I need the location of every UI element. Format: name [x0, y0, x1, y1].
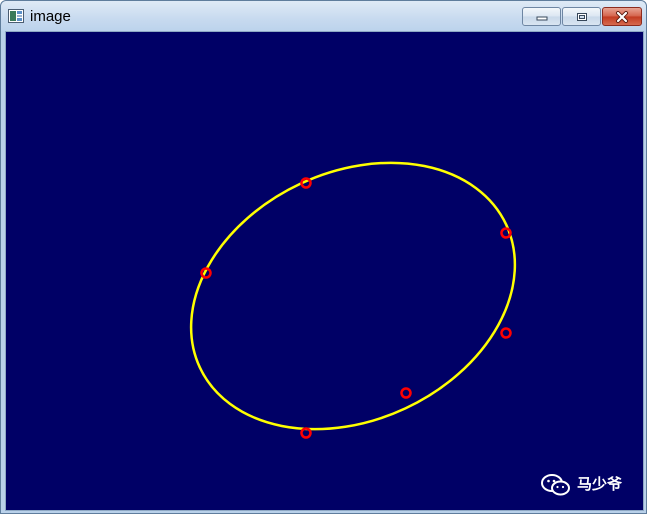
point-marker [500, 327, 512, 339]
app-window-icon [8, 9, 24, 23]
maximize-button[interactable] [562, 7, 601, 26]
window-title: image [30, 8, 71, 25]
fitted-ellipse [189, 161, 517, 431]
watermark-text: 马少爷 [577, 476, 623, 493]
wechat-icon [541, 474, 570, 496]
minimize-button[interactable] [522, 7, 561, 26]
window: image 马少爷 [0, 0, 647, 514]
image-drawing [189, 161, 517, 439]
watermark: 马少爷 [541, 473, 622, 497]
image-canvas[interactable] [5, 31, 644, 511]
close-button[interactable] [602, 7, 642, 26]
title-bar[interactable]: image [1, 1, 646, 31]
minimize-icon [536, 16, 547, 20]
maximize-icon [576, 12, 587, 21]
close-icon [616, 10, 628, 23]
point-marker [400, 387, 412, 399]
